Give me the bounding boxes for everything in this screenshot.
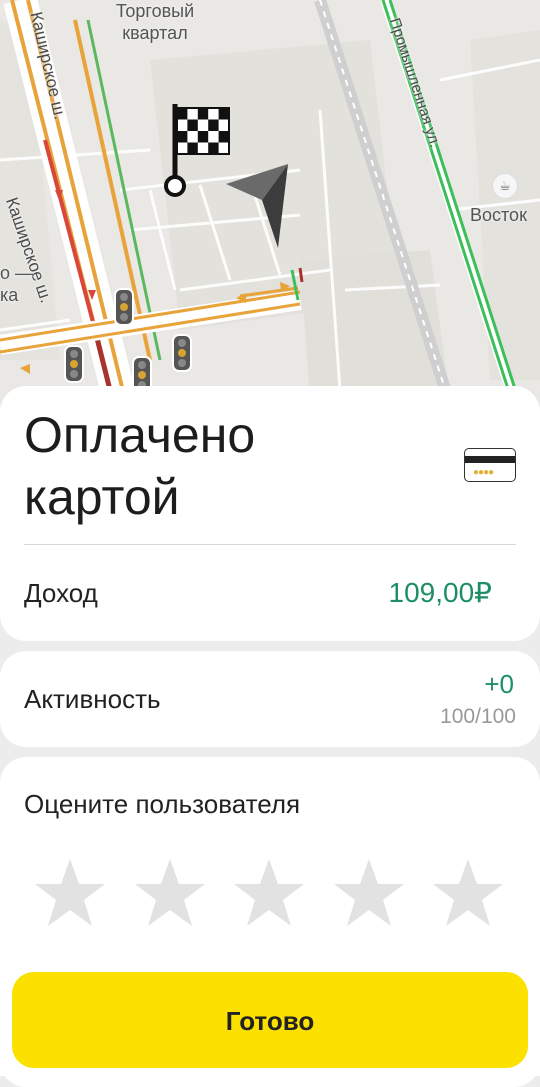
star-icon[interactable]	[34, 857, 106, 929]
bank-card-icon: ●●●●	[464, 448, 516, 482]
rating-title: Оцените пользователя	[24, 789, 301, 819]
star-icon[interactable]	[233, 857, 305, 929]
bottom-action-panel: Готово	[0, 960, 540, 1076]
traffic-light-icon	[64, 345, 84, 383]
navigation-arrow-icon	[222, 160, 294, 252]
coffee-cup-icon[interactable]: ☕	[492, 173, 518, 199]
map-partial-label: о — ка	[0, 263, 34, 305]
star-icon[interactable]	[432, 857, 504, 929]
activity-label: Активность	[24, 684, 161, 714]
income-label: Доход	[24, 578, 98, 608]
traffic-light-icon	[114, 288, 134, 326]
map-view[interactable]: Торговый квартал Каширское ш. Каширское …	[0, 0, 540, 420]
payment-summary-card: Оплачено картой ●●●● Доход 109,00₽	[0, 386, 540, 641]
map-district-label: Торговый квартал	[115, 1, 195, 43]
activity-delta: +0	[484, 669, 514, 699]
divider	[24, 544, 516, 545]
income-value: 109,00₽	[388, 577, 492, 608]
star-icon[interactable]	[134, 857, 206, 929]
traffic-light-icon	[172, 334, 192, 372]
activity-card[interactable]: Активность +0 100/100	[0, 651, 540, 747]
star-icon[interactable]	[333, 857, 405, 929]
activity-score: 100/100	[440, 705, 516, 728]
done-button[interactable]: Готово	[12, 972, 528, 1068]
map-poi-label-vostok: Восток	[470, 205, 527, 225]
star-rating[interactable]	[34, 857, 514, 929]
payment-status-title: Оплачено картой	[24, 407, 256, 525]
